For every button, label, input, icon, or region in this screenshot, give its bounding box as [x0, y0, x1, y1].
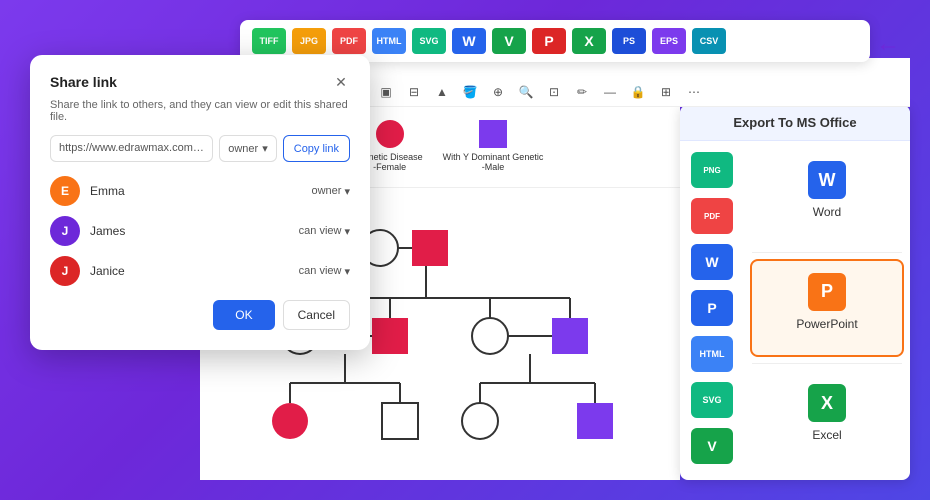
export-panel-title: Export To MS Office [680, 105, 910, 141]
export-mini-visio[interactable]: V [691, 428, 733, 464]
dialog-footer: OK Cancel [50, 300, 350, 330]
tool-table[interactable]: ⊟ [404, 82, 424, 102]
export-mini-ppt[interactable]: P [691, 290, 733, 326]
export-powerpoint-button[interactable]: P PowerPoint [750, 259, 904, 358]
username-james: James [90, 224, 289, 238]
tool-line[interactable]: — [600, 82, 620, 102]
tool-more[interactable]: ⋯ [684, 82, 704, 102]
format-word[interactable]: W [452, 28, 486, 54]
legend-circle-genetic-female [376, 120, 404, 148]
user-row-james: J James can view ▾ [50, 216, 350, 246]
export-word-label: Word [813, 205, 841, 219]
export-mini-word[interactable]: W [691, 244, 733, 280]
export-mini-png[interactable]: PNG [691, 152, 733, 188]
export-powerpoint-label: PowerPoint [796, 317, 857, 331]
format-excel[interactable]: X [572, 28, 606, 54]
export-layout: PNG PDF W P HTML SVG V W Word P PowerPoi… [680, 141, 910, 475]
format-html[interactable]: HTML [372, 28, 406, 54]
divider-2 [752, 363, 902, 364]
word-icon: W [808, 161, 846, 199]
link-input[interactable]: https://www.edrawmax.com/online/fil [50, 135, 213, 162]
dialog-close-button[interactable]: ✕ [332, 73, 350, 91]
tool-grid[interactable]: ⊞ [656, 82, 676, 102]
export-main-area: W Word P PowerPoint X Excel [744, 141, 910, 475]
user-row-emma: E Emma owner ▾ [50, 176, 350, 206]
avatar-james: J [50, 216, 80, 246]
format-jpg[interactable]: JPG [292, 28, 326, 54]
username-janice: Janice [90, 264, 289, 278]
format-csv[interactable]: CSV [692, 28, 726, 54]
format-visio[interactable]: V [492, 28, 526, 54]
format-pdf[interactable]: PDF [332, 28, 366, 54]
dialog-subtitle: Share the link to others, and they can v… [50, 99, 350, 123]
tool-pen[interactable]: ✏ [572, 82, 592, 102]
format-eps[interactable]: EPS [652, 28, 686, 54]
export-panel: Export To MS Office PNG PDF W P HTML SVG… [680, 105, 910, 480]
export-excel-label: Excel [812, 428, 841, 442]
role-janice[interactable]: can view ▾ [299, 265, 350, 278]
user-row-janice: J Janice can view ▾ [50, 256, 350, 286]
format-tiff[interactable]: TIFF [252, 28, 286, 54]
format-ppt[interactable]: P [532, 28, 566, 54]
avatar-emma: E [50, 176, 80, 206]
powerpoint-icon: P [808, 273, 846, 311]
excel-icon: X [808, 384, 846, 422]
dialog-title: Share link [50, 74, 117, 90]
export-mini-pdf[interactable]: PDF [691, 198, 733, 234]
format-svg[interactable]: SVG [412, 28, 446, 54]
tool-container[interactable]: ▣ [376, 82, 396, 102]
legend-dominant-male: With Y Dominant Genetic-Male [443, 120, 544, 172]
legend-label-dominant-male: With Y Dominant Genetic-Male [443, 152, 544, 172]
role-emma[interactable]: owner ▾ [312, 185, 351, 198]
divider-1 [752, 252, 902, 253]
arrow-indicator: ← [876, 30, 900, 58]
export-mini-svg[interactable]: SVG [691, 382, 733, 418]
format-ps[interactable]: PS [612, 28, 646, 54]
tool-lock[interactable]: 🔒 [628, 82, 648, 102]
tool-zoom[interactable]: 🔍 [516, 82, 536, 102]
dialog-header: Share link ✕ [50, 73, 350, 91]
username-emma: Emma [90, 184, 302, 198]
export-panel-left: PNG PDF W P HTML SVG V [680, 141, 744, 475]
cancel-button[interactable]: Cancel [283, 300, 350, 330]
owner-dropdown[interactable]: owner ▾ [219, 135, 277, 162]
share-dialog: Share link ✕ Share the link to others, a… [30, 55, 370, 350]
role-james[interactable]: can view ▾ [299, 225, 350, 238]
export-word-button[interactable]: W Word [750, 147, 904, 246]
avatar-janice: J [50, 256, 80, 286]
copy-link-button[interactable]: Copy link [283, 135, 350, 162]
tool-fit[interactable]: ⊡ [544, 82, 564, 102]
link-row: https://www.edrawmax.com/online/fil owne… [50, 135, 350, 162]
ok-button[interactable]: OK [213, 300, 274, 330]
tool-chart[interactable]: ▲ [432, 82, 452, 102]
export-mini-html[interactable]: HTML [691, 336, 733, 372]
export-excel-button[interactable]: X Excel [750, 370, 904, 469]
legend-square-dominant-male [479, 120, 507, 148]
tool-link[interactable]: ⊕ [488, 82, 508, 102]
tool-fill[interactable]: 🪣 [460, 82, 480, 102]
